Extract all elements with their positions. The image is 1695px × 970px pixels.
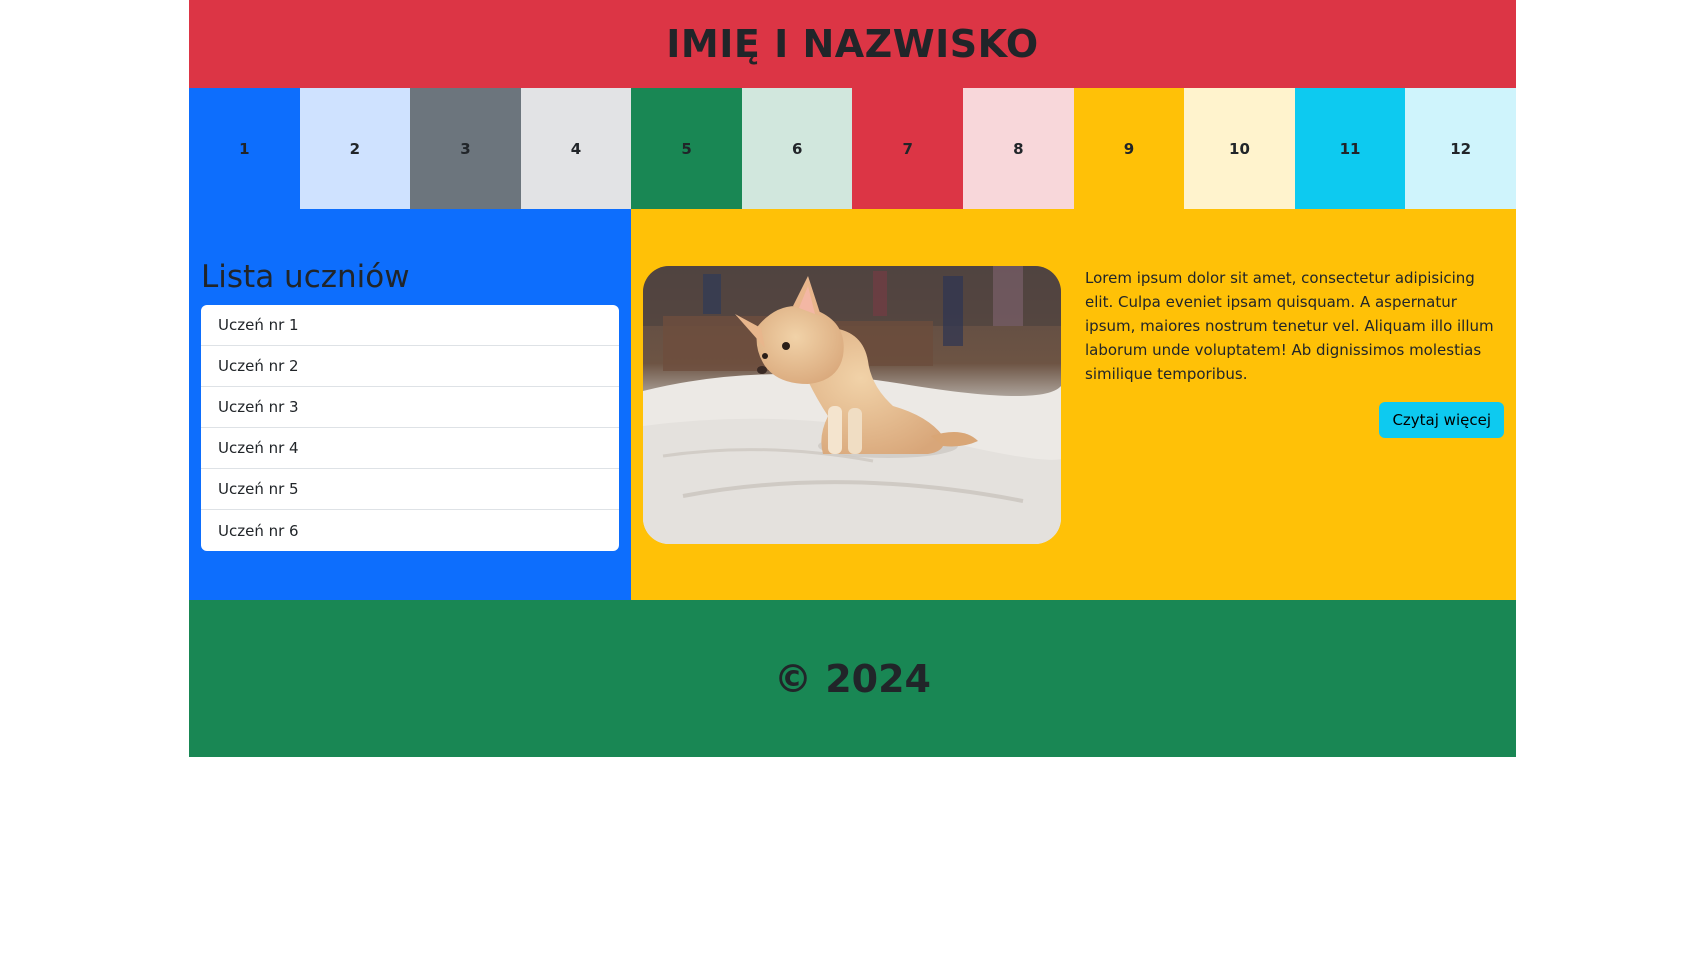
color-cell-label: 7	[902, 139, 913, 158]
color-grid: 1 2 3 4 5 6 7 8 9 10 11 12	[189, 88, 1516, 209]
color-cell: 7	[852, 88, 964, 209]
color-cell: 5	[631, 88, 742, 209]
color-cell-label: 1	[239, 139, 250, 158]
main-content: Lista uczniów Uczeń nr 1 Uczeń nr 2 Ucze…	[189, 209, 1516, 600]
color-cell: 11	[1294, 88, 1406, 209]
color-cell: 4	[520, 88, 632, 209]
color-cell: 10	[1184, 88, 1295, 209]
page-header: IMIĘ I NAZWISKO	[189, 0, 1516, 88]
color-cell-label: 2	[349, 139, 361, 158]
student-list-heading: Lista uczniów	[201, 259, 410, 295]
color-cell-label: 12	[1450, 139, 1472, 158]
color-cell: 8	[963, 88, 1074, 209]
color-cell: 6	[741, 88, 853, 209]
list-item[interactable]: Uczeń nr 3	[201, 387, 619, 428]
list-item[interactable]: Uczeń nr 4	[201, 428, 619, 469]
page-container: IMIĘ I NAZWISKO 1 2 3 4 5 6 7 8 9 10 11 …	[189, 0, 1516, 757]
color-cell-label: 6	[791, 139, 803, 158]
article-panel: Lorem ipsum dolor sit amet, consectetur …	[631, 209, 1516, 600]
dog-photo	[643, 266, 1061, 544]
student-panel: Lista uczniów Uczeń nr 1 Uczeń nr 2 Ucze…	[189, 209, 631, 600]
student-list: Uczeń nr 1 Uczeń nr 2 Uczeń nr 3 Uczeń n…	[201, 305, 619, 551]
article-text-column: Lorem ipsum dolor sit amet, consectetur …	[1085, 266, 1504, 600]
color-cell-label: 3	[460, 139, 471, 158]
color-cell-label: 10	[1229, 139, 1250, 158]
list-item[interactable]: Uczeń nr 2	[201, 346, 619, 387]
color-cell: 1	[189, 88, 300, 209]
color-cell-label: 4	[570, 139, 582, 158]
page-title: IMIĘ I NAZWISKO	[666, 22, 1039, 66]
list-item[interactable]: Uczeń nr 6	[201, 510, 619, 551]
footer-copyright: © 2024	[774, 656, 931, 701]
article-text: Lorem ipsum dolor sit amet, consectetur …	[1085, 269, 1494, 383]
list-item[interactable]: Uczeń nr 1	[201, 305, 619, 346]
color-cell-label: 5	[681, 139, 692, 158]
color-cell: 3	[410, 88, 521, 209]
color-cell-label: 11	[1339, 139, 1361, 158]
color-cell: 2	[299, 88, 411, 209]
color-cell-label: 9	[1123, 139, 1135, 158]
color-cell-label: 8	[1013, 139, 1024, 158]
color-cell: 12	[1405, 88, 1516, 209]
list-item[interactable]: Uczeń nr 5	[201, 469, 619, 510]
read-more-button[interactable]: Czytaj więcej	[1379, 402, 1504, 438]
page-footer: © 2024	[189, 600, 1516, 757]
color-cell: 9	[1073, 88, 1185, 209]
